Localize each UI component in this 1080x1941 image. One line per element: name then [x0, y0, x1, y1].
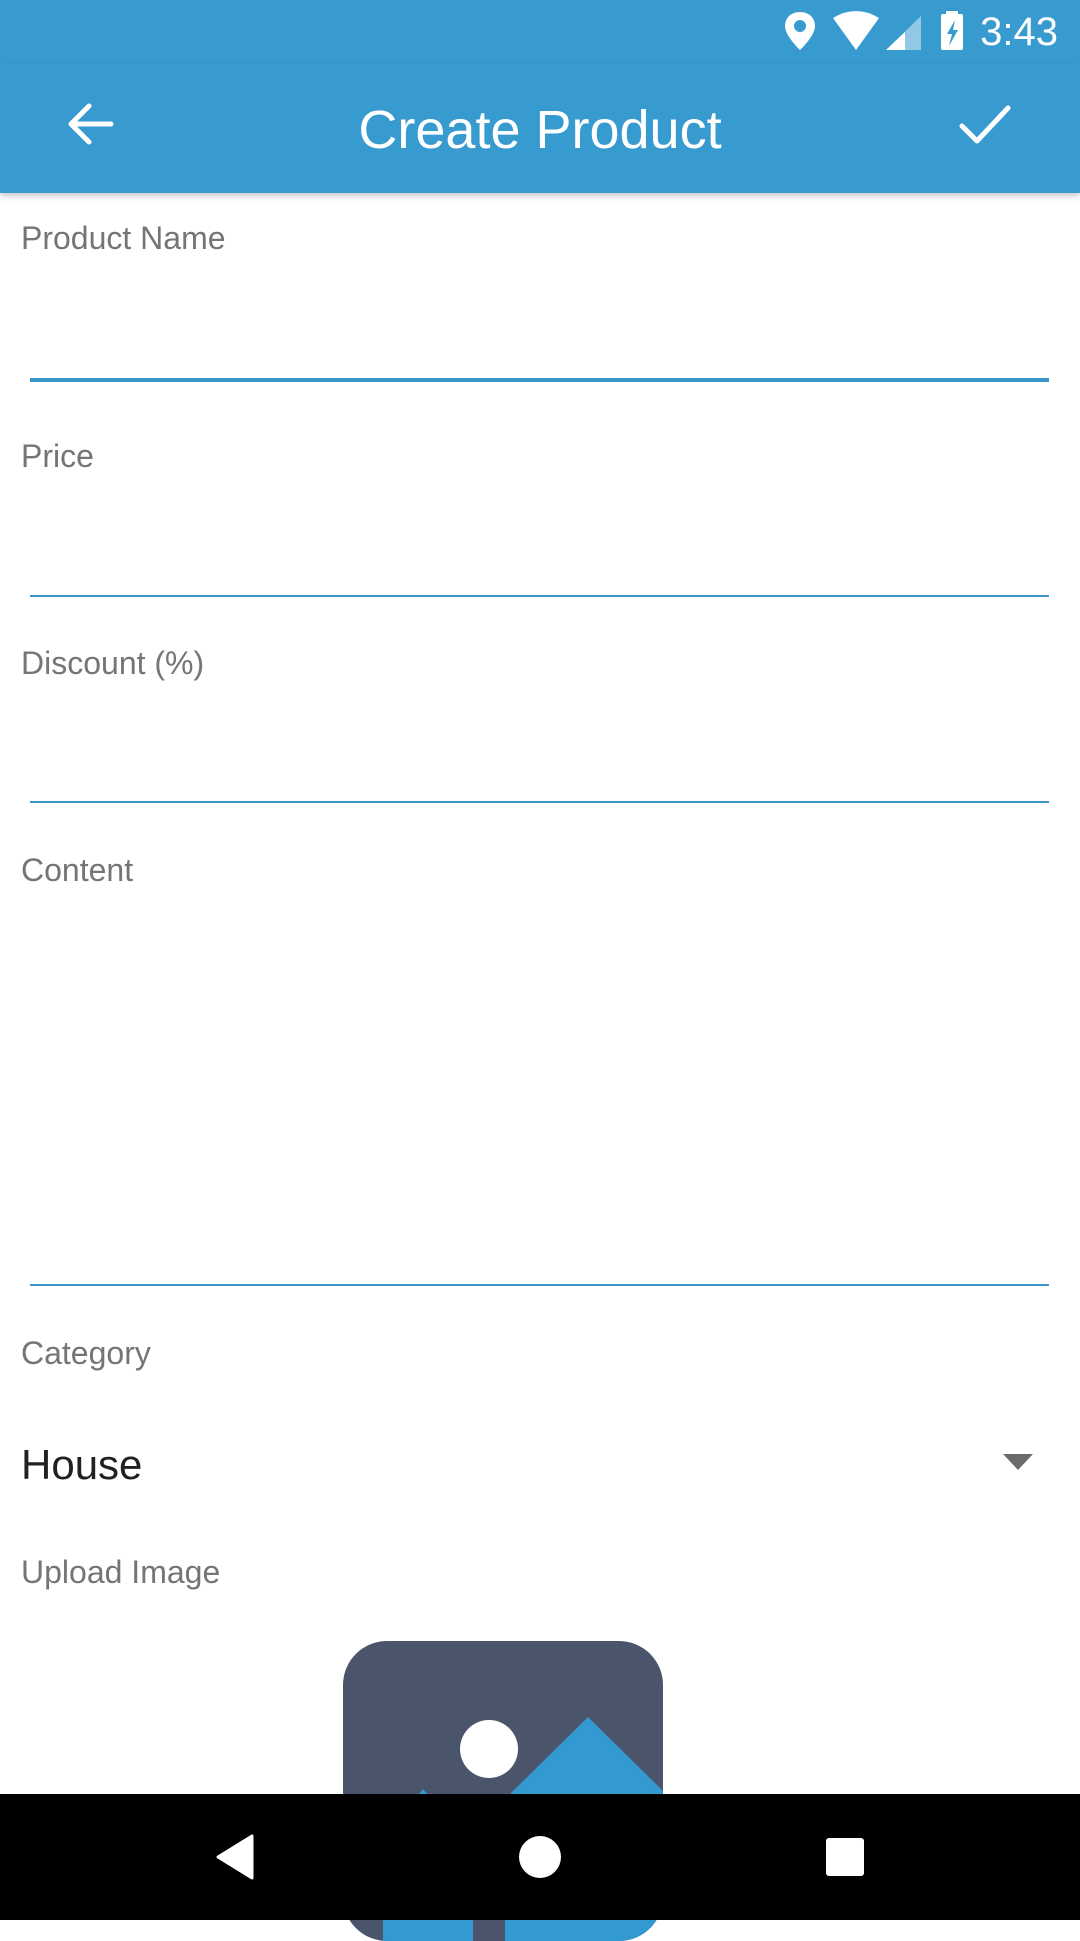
content-textarea[interactable] [21, 910, 1049, 1280]
category-label: Category [21, 1335, 151, 1371]
navigation-bar [0, 1794, 1080, 1920]
discount-input[interactable] [21, 732, 1049, 792]
wifi-icon [833, 11, 879, 50]
status-icons [780, 10, 980, 59]
battery-charging-icon [941, 11, 963, 50]
content-underline [30, 1284, 1049, 1286]
status-time: 3:43 [980, 10, 1058, 54]
nav-home-button[interactable] [495, 1812, 585, 1902]
nav-back-button[interactable] [190, 1812, 280, 1902]
product-name-label: Product Name [21, 220, 226, 256]
price-input[interactable] [21, 526, 1049, 586]
status-bar: 3:43 [0, 0, 1080, 63]
recents-square-icon [826, 1838, 864, 1876]
page-title: Create Product [358, 100, 722, 160]
price-underline [30, 595, 1049, 597]
category-value: House [21, 1441, 143, 1488]
location-icon [785, 12, 815, 50]
nav-recents-button[interactable] [800, 1812, 890, 1902]
chevron-down-icon [1003, 1454, 1033, 1470]
confirm-button[interactable] [940, 79, 1030, 169]
signal-icon [886, 16, 921, 50]
status-icons-svg [785, 11, 963, 50]
app-bar: Create Product [0, 63, 1080, 193]
upload-image-label: Upload Image [21, 1554, 221, 1590]
home-circle-icon [519, 1836, 561, 1878]
checkmark-icon [959, 105, 1011, 144]
content-label: Content [21, 852, 134, 888]
product-name-underline [30, 378, 1049, 382]
category-dropdown[interactable]: House [0, 1420, 1080, 1510]
price-label: Price [21, 438, 94, 474]
back-triangle-icon [216, 1834, 254, 1880]
product-name-input[interactable] [21, 308, 1049, 368]
discount-underline [30, 801, 1049, 803]
discount-label: Discount (%) [21, 645, 205, 681]
